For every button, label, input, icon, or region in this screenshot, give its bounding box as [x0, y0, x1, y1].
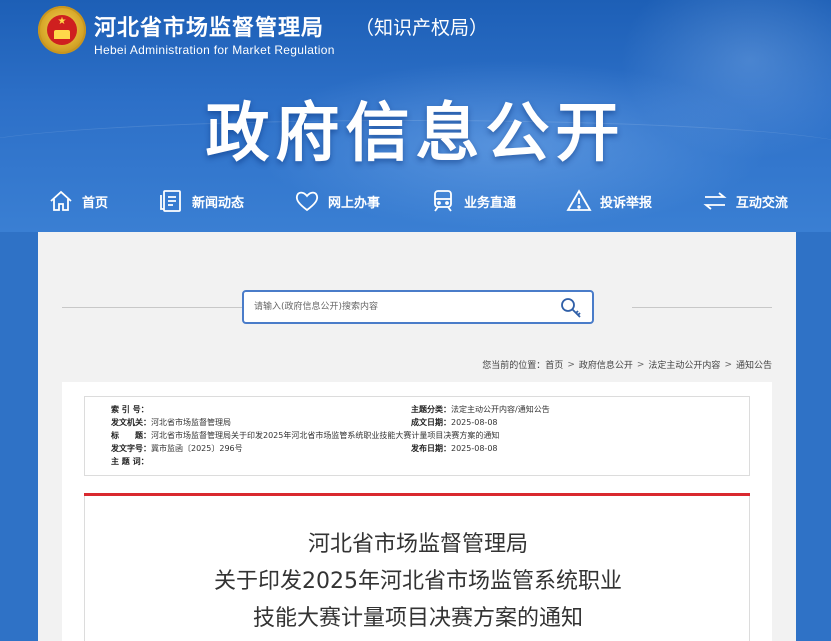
breadcrumb: 您当前的位置： 首页 > 政府信息公开 > 法定主动公开内容 > 通知公告 [482, 358, 772, 372]
nav-item-business-direct[interactable]: 业务直通 [430, 188, 516, 214]
meta-index-no: 索 引 号： [111, 405, 149, 414]
divider [632, 307, 772, 308]
breadcrumb-link-home[interactable]: 首页 [545, 358, 563, 371]
nav-item-interaction[interactable]: 互动交流 [702, 188, 788, 214]
divider [62, 307, 242, 308]
meta-created-date: 成文日期：2025-08-08 [411, 418, 498, 427]
meta-subject: 主 题 词： [111, 457, 149, 466]
search-input[interactable] [254, 298, 544, 316]
warning-icon [566, 189, 592, 211]
heart-icon [295, 191, 319, 212]
document-title-line: 河北省市场监督管理局 [307, 532, 528, 557]
national-emblem-icon[interactable]: ★ [38, 6, 86, 54]
document-title-line: 关于印发2025年河北省市场监管系统职业 [214, 569, 622, 594]
breadcrumb-link-notices[interactable]: 通知公告 [736, 358, 772, 371]
meta-title: 标 题：河北省市场监督管理局关于印发2025年河北省市场监管系统职业技能大赛计量… [111, 431, 500, 440]
nav-label: 互动交流 [735, 195, 788, 211]
meta-issuer: 发文机关：河北省市场监督管理局 [111, 418, 231, 427]
nav-label: 首页 [82, 195, 109, 211]
org-name-english: Hebei Administration for Market Regulati… [94, 43, 335, 57]
train-icon [434, 190, 452, 212]
nav-label: 新闻动态 [191, 195, 244, 211]
home-icon [50, 190, 72, 211]
main-nav: 首页 新闻动态 网上办事 业务直通 投诉举报 互动交流 [48, 184, 788, 218]
nav-label: 投诉举报 [599, 195, 652, 211]
search-box [242, 290, 594, 324]
breadcrumb-link-statutory[interactable]: 法定主动公开内容 [648, 358, 720, 371]
nav-item-home[interactable]: 首页 [48, 188, 108, 214]
nav-item-online-service[interactable]: 网上办事 [294, 188, 380, 214]
meta-published-date: 发布日期：2025-08-08 [411, 444, 498, 453]
nav-item-news[interactable]: 新闻动态 [158, 188, 244, 214]
document-title: 河北省市场监督管理局 关于印发2025年河北省市场监管系统职业 技能大赛计量项目… [85, 526, 751, 637]
article-content: 索 引 号： 主题分类：法定主动公开内容/通知公告 发文机关：河北省市场监督管理… [62, 382, 772, 641]
banner-title: 政府信息公开 [205, 97, 626, 171]
nav-item-complaint[interactable]: 投诉举报 [566, 188, 652, 214]
exchange-icon [703, 192, 727, 210]
search-button[interactable] [558, 295, 584, 321]
org-name-suffix: （知识产权局） [355, 17, 489, 39]
search-bar [62, 290, 772, 326]
news-icon [160, 190, 181, 212]
main-panel: 您当前的位置： 首页 > 政府信息公开 > 法定主动公开内容 > 通知公告 索 … [38, 232, 796, 641]
org-name[interactable]: 河北省市场监督管理局 [94, 10, 324, 42]
document-body: 河北省市场监督管理局 关于印发2025年河北省市场监管系统职业 技能大赛计量项目… [84, 496, 750, 641]
breadcrumb-prefix: 您当前的位置： [482, 361, 546, 371]
breadcrumb-link-info-disclosure[interactable]: 政府信息公开 [579, 358, 633, 371]
site-header: ★ 河北省市场监督管理局 （知识产权局） Hebei Administratio… [0, 0, 831, 232]
nav-label: 网上办事 [327, 195, 380, 211]
document-title-line: 技能大赛计量项目决赛方案的通知 [252, 606, 583, 631]
meta-doc-number: 发文字号：冀市监函〔2025〕296号 [111, 444, 243, 453]
nav-label: 业务直通 [463, 195, 516, 211]
meta-category: 主题分类：法定主动公开内容/通知公告 [411, 405, 550, 414]
document-metadata: 索 引 号： 主题分类：法定主动公开内容/通知公告 发文机关：河北省市场监督管理… [84, 396, 750, 476]
search-icon [561, 298, 581, 318]
